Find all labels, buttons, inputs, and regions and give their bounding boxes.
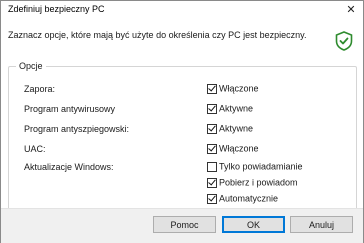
update-download-notify-checkbox[interactable]: Pobierz i powiadom	[207, 177, 298, 189]
checkbox-box[interactable]	[207, 83, 217, 94]
checkbox-box[interactable]	[207, 143, 217, 154]
firewall-enabled-checkbox[interactable]: Włączone	[207, 83, 259, 95]
checkbox-label: Aktywne	[219, 123, 254, 134]
antivirus-active-checkbox[interactable]: Aktywne	[207, 103, 253, 115]
firewall-label: Zapora:	[24, 84, 56, 94]
title-bar: Zdefiniuj bezpieczny PC ✕	[1, 1, 363, 19]
description-text: Zaznacz opcje, które mają być użyte do o…	[8, 30, 307, 40]
uac-label: UAC:	[24, 144, 46, 154]
antispyware-label: Program antyszpiegowski:	[24, 124, 130, 134]
help-button[interactable]: Pomoc	[153, 216, 216, 233]
checkbox-label: Automatycznie	[219, 193, 279, 204]
checkbox-label: Włączone	[219, 143, 259, 154]
update-automatic-checkbox[interactable]: Automatycznie	[207, 193, 278, 205]
checkbox-label: Tylko powiadamianie	[219, 161, 303, 172]
button-bar: Pomoc OK Anuluj	[1, 208, 363, 243]
antispyware-active-checkbox[interactable]: Aktywne	[207, 123, 253, 135]
cancel-button[interactable]: Anuluj	[290, 216, 353, 233]
dialog-window: Zdefiniuj bezpieczny PC ✕ Zaznacz opcje,…	[0, 0, 364, 243]
shield-check-icon	[335, 31, 353, 51]
dialog-content: Zaznacz opcje, które mają być użyte do o…	[1, 19, 363, 222]
checkbox-box[interactable]	[207, 123, 217, 134]
checkbox-label: Pobierz i powiadom	[219, 177, 298, 188]
checkbox-label: Aktywne	[219, 103, 254, 114]
uac-enabled-checkbox[interactable]: Włączone	[207, 143, 259, 155]
windows-update-label: Aktualizacje Windows:	[24, 162, 114, 172]
close-icon[interactable]: ✕	[343, 2, 359, 18]
options-group: Opcje Zapora: Włączone Program antywirus…	[8, 61, 357, 222]
checkbox-box[interactable]	[207, 177, 217, 188]
window-title: Zdefiniuj bezpieczny PC	[8, 4, 105, 14]
options-group-legend: Opcje	[16, 61, 46, 71]
checkbox-label: Włączone	[219, 83, 259, 94]
ok-button[interactable]: OK	[222, 216, 285, 233]
checkbox-box[interactable]	[207, 193, 217, 204]
update-notify-only-checkbox[interactable]: Tylko powiadamianie	[207, 161, 303, 173]
checkbox-box[interactable]	[207, 103, 217, 114]
antivirus-label: Program antywirusowy	[24, 104, 116, 114]
checkbox-box[interactable]	[207, 161, 217, 172]
